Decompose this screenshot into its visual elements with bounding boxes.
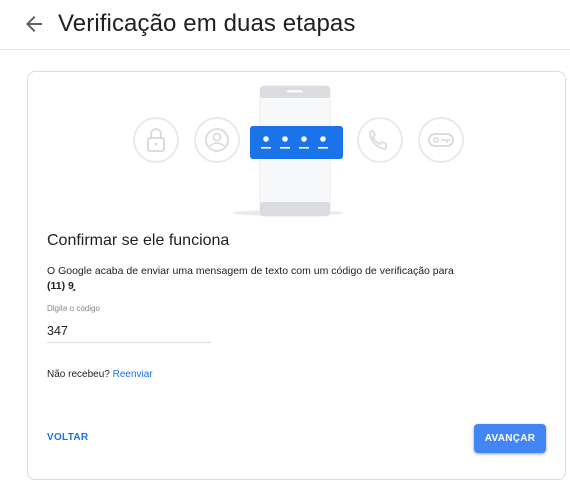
verification-card: Confirmar se ele funciona O Google acaba… xyxy=(27,71,566,480)
back-button[interactable]: VOLTAR xyxy=(47,432,88,443)
arrow-back-icon[interactable] xyxy=(22,12,46,36)
next-button[interactable]: AVANÇAR xyxy=(474,424,546,453)
account-icon xyxy=(194,117,240,163)
phone-icon xyxy=(357,117,403,163)
section-title: Confirmar se ele funciona xyxy=(47,232,230,249)
page-header: Verificação em duas etapas xyxy=(0,0,570,50)
code-field-label: Digite o código xyxy=(47,304,100,313)
resend-prompt: Não recebeu? xyxy=(47,369,110,380)
page-title: Verificação em duas etapas xyxy=(58,10,356,37)
lock-icon xyxy=(133,117,179,163)
phone-verification-illustration xyxy=(133,85,464,217)
password-dots-icon xyxy=(250,126,343,159)
resend-row: Não recebeu? Reenviar xyxy=(47,369,153,380)
resend-link[interactable]: Reenviar xyxy=(113,369,153,380)
verification-description: O Google acaba de enviar uma mensagem de… xyxy=(47,265,454,277)
phone-number: (11) 9̧ xyxy=(47,280,74,292)
verification-code-input[interactable] xyxy=(47,320,211,343)
key-icon xyxy=(418,117,464,163)
